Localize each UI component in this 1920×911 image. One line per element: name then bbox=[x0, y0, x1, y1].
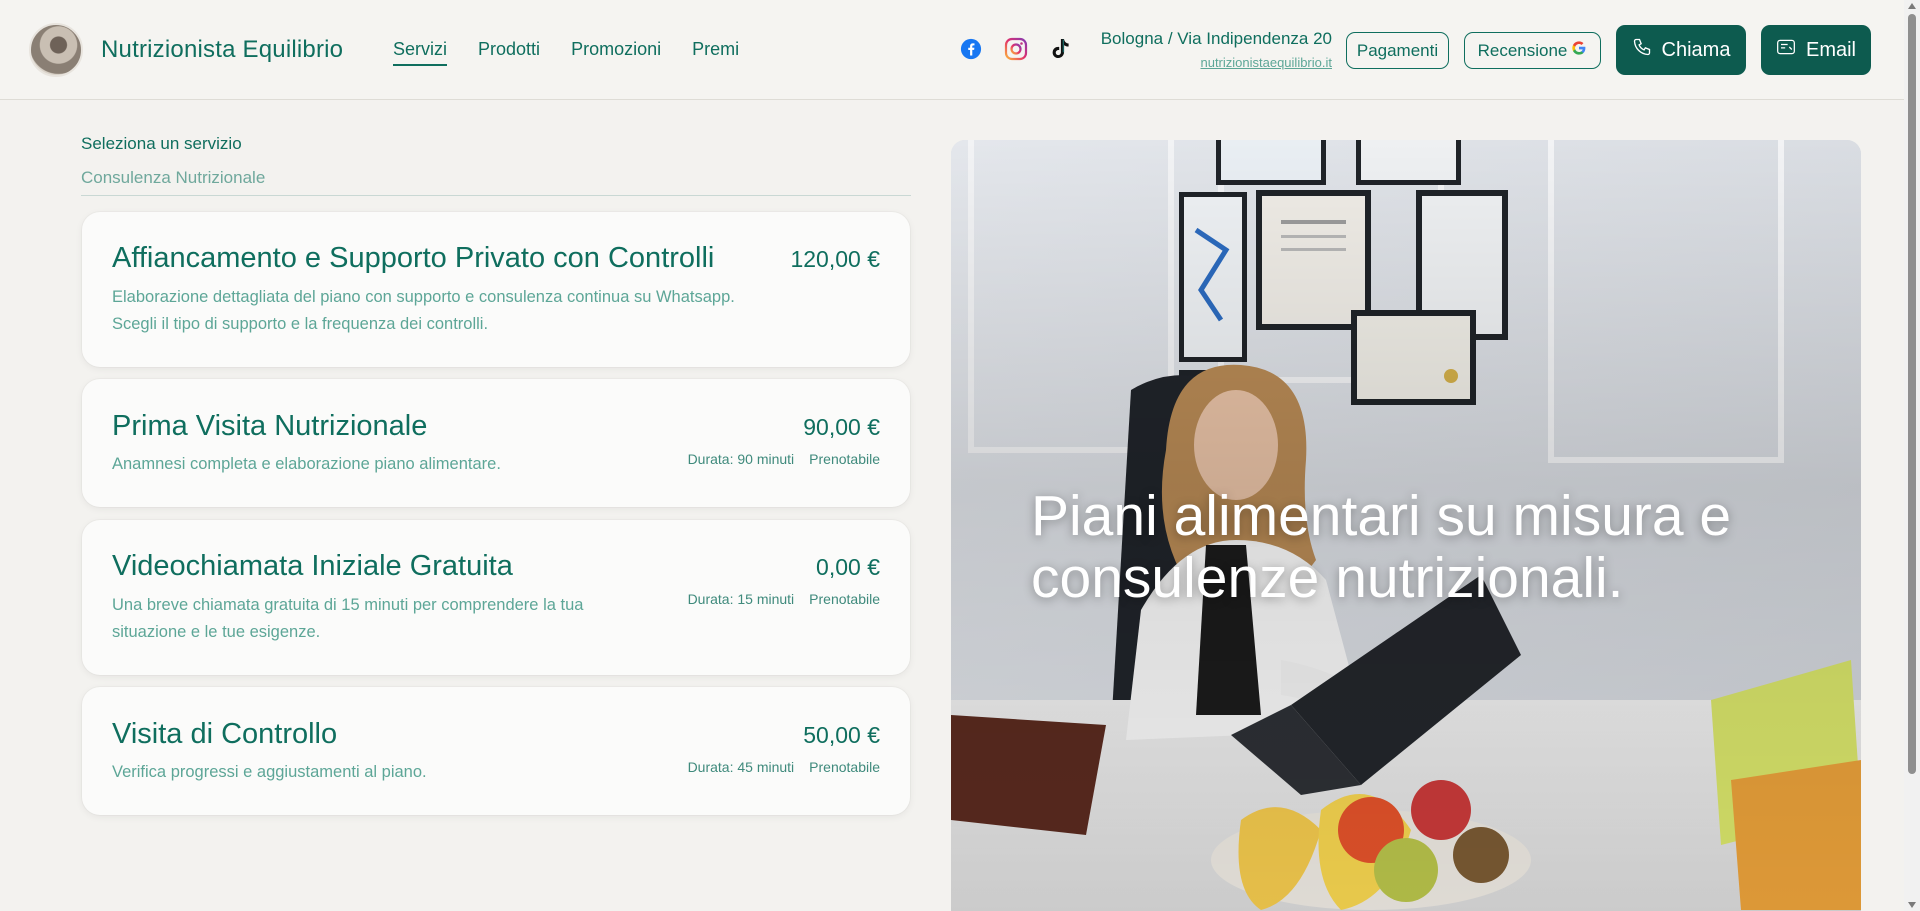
service-duration: Durata: 90 minuti bbox=[687, 451, 795, 467]
service-description: Elaborazione dettagliata del piano con s… bbox=[112, 288, 735, 333]
website-link[interactable]: nutrizionistaequilibrio.it bbox=[1095, 55, 1332, 70]
service-meta: Durata: 15 minuti Prenotabile bbox=[688, 591, 880, 607]
google-icon bbox=[1571, 40, 1587, 61]
service-card[interactable]: Affiancamento e Supporto Privato con Con… bbox=[82, 212, 910, 367]
scroll-thumb[interactable] bbox=[1908, 14, 1916, 774]
service-meta: Durata: 45 minuti Prenotabile bbox=[688, 759, 880, 775]
service-title: Visita di Controllo bbox=[112, 718, 338, 750]
service-price: 50,00 € bbox=[803, 722, 880, 748]
nav-item-promozioni[interactable]: Promozioni bbox=[571, 39, 661, 66]
service-select-label: Seleziona un servizio bbox=[81, 134, 242, 153]
nav-item-servizi[interactable]: Servizi bbox=[393, 39, 448, 66]
address-block: Bologna / Via Indipendenza 20 nutrizioni… bbox=[1095, 29, 1332, 70]
nav-item-prodotti[interactable]: Prodotti bbox=[478, 39, 540, 66]
service-title: Prima Visita Nutrizionale bbox=[112, 410, 428, 442]
service-description: Anamnesi completa e elaborazione piano a… bbox=[112, 455, 501, 473]
service-description: Una breve chiamata gratuita di 15 minuti… bbox=[112, 596, 584, 641]
facebook-icon[interactable] bbox=[959, 37, 983, 61]
review-button-label: Recensione bbox=[1477, 40, 1568, 60]
nav-item-premi[interactable]: Premi bbox=[692, 39, 739, 66]
service-status: Prenotabile bbox=[809, 591, 880, 607]
service-description: Verifica progressi e aggiustamenti al pi… bbox=[112, 763, 427, 781]
hero-headline: Piani alimentari su misura e consulenze … bbox=[1031, 484, 1732, 610]
service-duration: Durata: 45 minuti bbox=[687, 759, 795, 775]
call-button-label: Chiama bbox=[1661, 38, 1731, 61]
service-category-select[interactable]: Consulenza Nutrizionale bbox=[81, 164, 911, 196]
service-card[interactable]: Prima Visita Nutrizionale 90,00 € Anamne… bbox=[82, 379, 910, 507]
page-scrollbar[interactable] bbox=[1904, 0, 1920, 911]
hero-image: Piani alimentari su misura e consulenze … bbox=[951, 140, 1861, 911]
service-card[interactable]: Visita di Controllo 50,00 € Verifica pro… bbox=[82, 687, 910, 815]
tiktok-icon[interactable] bbox=[1049, 37, 1073, 61]
address-text: Bologna / Via Indipendenza 20 bbox=[1100, 29, 1332, 48]
payments-button-label: Pagamenti bbox=[1356, 40, 1439, 60]
scroll-up-arrow-icon[interactable] bbox=[1908, 3, 1916, 9]
call-button[interactable]: Chiama bbox=[1616, 25, 1746, 75]
service-price: 0,00 € bbox=[816, 554, 880, 580]
payments-button[interactable]: Pagamenti bbox=[1346, 32, 1449, 69]
service-card[interactable]: Videochiamata Iniziale Gratuita 0,00 € U… bbox=[82, 520, 910, 675]
brand-name[interactable]: Nutrizionista Equilibrio bbox=[101, 36, 343, 64]
service-price: 90,00 € bbox=[803, 414, 880, 440]
phone-icon bbox=[1632, 37, 1652, 63]
service-title: Videochiamata Iniziale Gratuita bbox=[112, 550, 513, 582]
mail-icon bbox=[1776, 38, 1796, 62]
email-button-label: Email bbox=[1805, 38, 1856, 61]
service-status: Prenotabile bbox=[809, 759, 880, 775]
service-title: Affiancamento e Supporto Privato con Con… bbox=[112, 242, 715, 274]
email-button[interactable]: Email bbox=[1761, 25, 1871, 75]
instagram-icon[interactable] bbox=[1004, 37, 1028, 61]
service-duration: Durata: 15 minuti bbox=[687, 591, 795, 607]
site-header: Nutrizionista Equilibrio Servizi Prodott… bbox=[0, 0, 1904, 100]
service-meta: Durata: 90 minuti Prenotabile bbox=[688, 451, 880, 467]
service-price: 120,00 € bbox=[790, 246, 880, 272]
scroll-down-arrow-icon[interactable] bbox=[1908, 902, 1916, 908]
logo-avatar[interactable] bbox=[29, 23, 83, 77]
service-status: Prenotabile bbox=[809, 451, 880, 467]
main-nav: Servizi Prodotti Promozioni Premi bbox=[393, 39, 739, 66]
review-button[interactable]: Recensione bbox=[1464, 32, 1601, 69]
